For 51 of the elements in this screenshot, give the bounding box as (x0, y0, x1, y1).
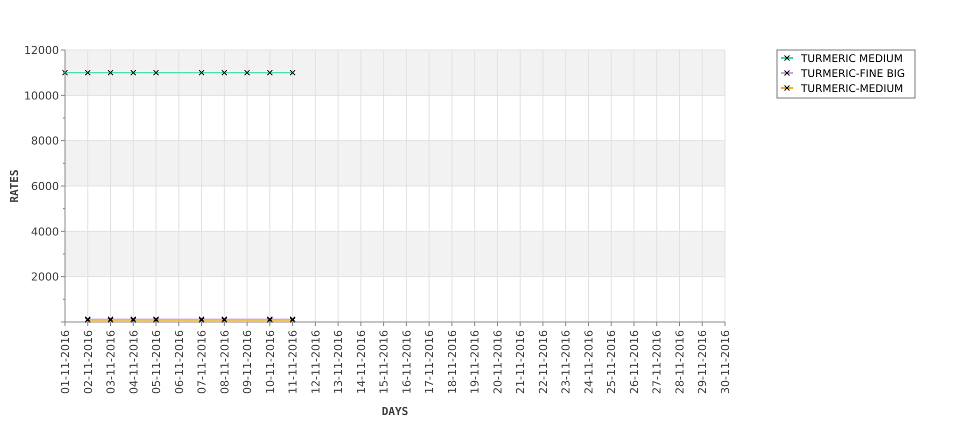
y-tick-label: 8000 (31, 134, 59, 148)
legend-label: TURMERIC MEDIUM (801, 53, 903, 65)
data-point (290, 70, 296, 76)
x-tick-label: 05-11-2016 (150, 330, 164, 394)
legend-label: TURMERIC-FINE BIG (801, 68, 906, 80)
x-tick-label: 25-11-2016 (605, 330, 618, 394)
x-tick-label: 13-11-2016 (332, 330, 346, 394)
x-tick-label: 10-11-2016 (264, 330, 277, 394)
x-tick-label: 12-11-2016 (309, 330, 322, 394)
x-tick-label: 23-11-2016 (560, 330, 573, 394)
x-tick-label: 19-11-2016 (468, 330, 482, 394)
x-tick-label: 17-11-2016 (423, 330, 436, 394)
legend-label: TURMERIC-MEDIUM (801, 83, 904, 95)
x-axis-title: DAYS (382, 405, 408, 418)
data-point (221, 70, 228, 76)
y-tick-label: 4000 (31, 225, 59, 238)
x-tick-label: 11-11-2016 (286, 330, 300, 394)
data-point (198, 70, 205, 76)
x-tick-label: 16-11-2016 (400, 330, 414, 394)
y-tick-label: 6000 (31, 180, 59, 193)
x-tick-label: 26-11-2016 (628, 330, 641, 394)
x-tick-label: 01-11-2016 (59, 330, 72, 394)
y-tick-label: 2000 (31, 270, 59, 284)
data-point (153, 70, 160, 76)
data-point (84, 70, 91, 76)
x-tick-label: 04-11-2016 (127, 330, 140, 394)
x-tick-label: 15-11-2016 (378, 330, 391, 394)
x-tick-label: 08-11-2016 (218, 330, 232, 394)
data-point (62, 70, 68, 76)
x-tick-label: 03-11-2016 (104, 330, 118, 394)
y-axis-title: RATES (8, 169, 21, 203)
x-tick-label: 29-11-2016 (696, 330, 710, 394)
x-tick-label: 02-11-2016 (82, 330, 95, 394)
x-tick-label: 28-11-2016 (673, 330, 686, 394)
x-tick-label: 09-11-2016 (241, 330, 254, 394)
x-tick-label: 27-11-2016 (650, 330, 664, 394)
data-point (130, 70, 136, 76)
x-tick-label: 30-11-2016 (719, 330, 732, 394)
x-tick-label: 24-11-2016 (582, 330, 596, 394)
y-tick-label: 10000 (24, 89, 59, 102)
data-point (244, 70, 250, 76)
data-point (266, 70, 273, 76)
x-tick-label: 07-11-2016 (196, 330, 209, 394)
x-tick-label: 06-11-2016 (172, 330, 186, 394)
x-tick-label: 14-11-2016 (354, 330, 368, 394)
x-tick-label: 18-11-2016 (446, 330, 459, 394)
x-tick-label: 20-11-2016 (491, 330, 504, 394)
x-tick-label: 22-11-2016 (536, 330, 550, 394)
y-tick-label: 12000 (24, 44, 59, 57)
data-point (108, 70, 114, 76)
x-tick-label: 21-11-2016 (514, 330, 528, 394)
